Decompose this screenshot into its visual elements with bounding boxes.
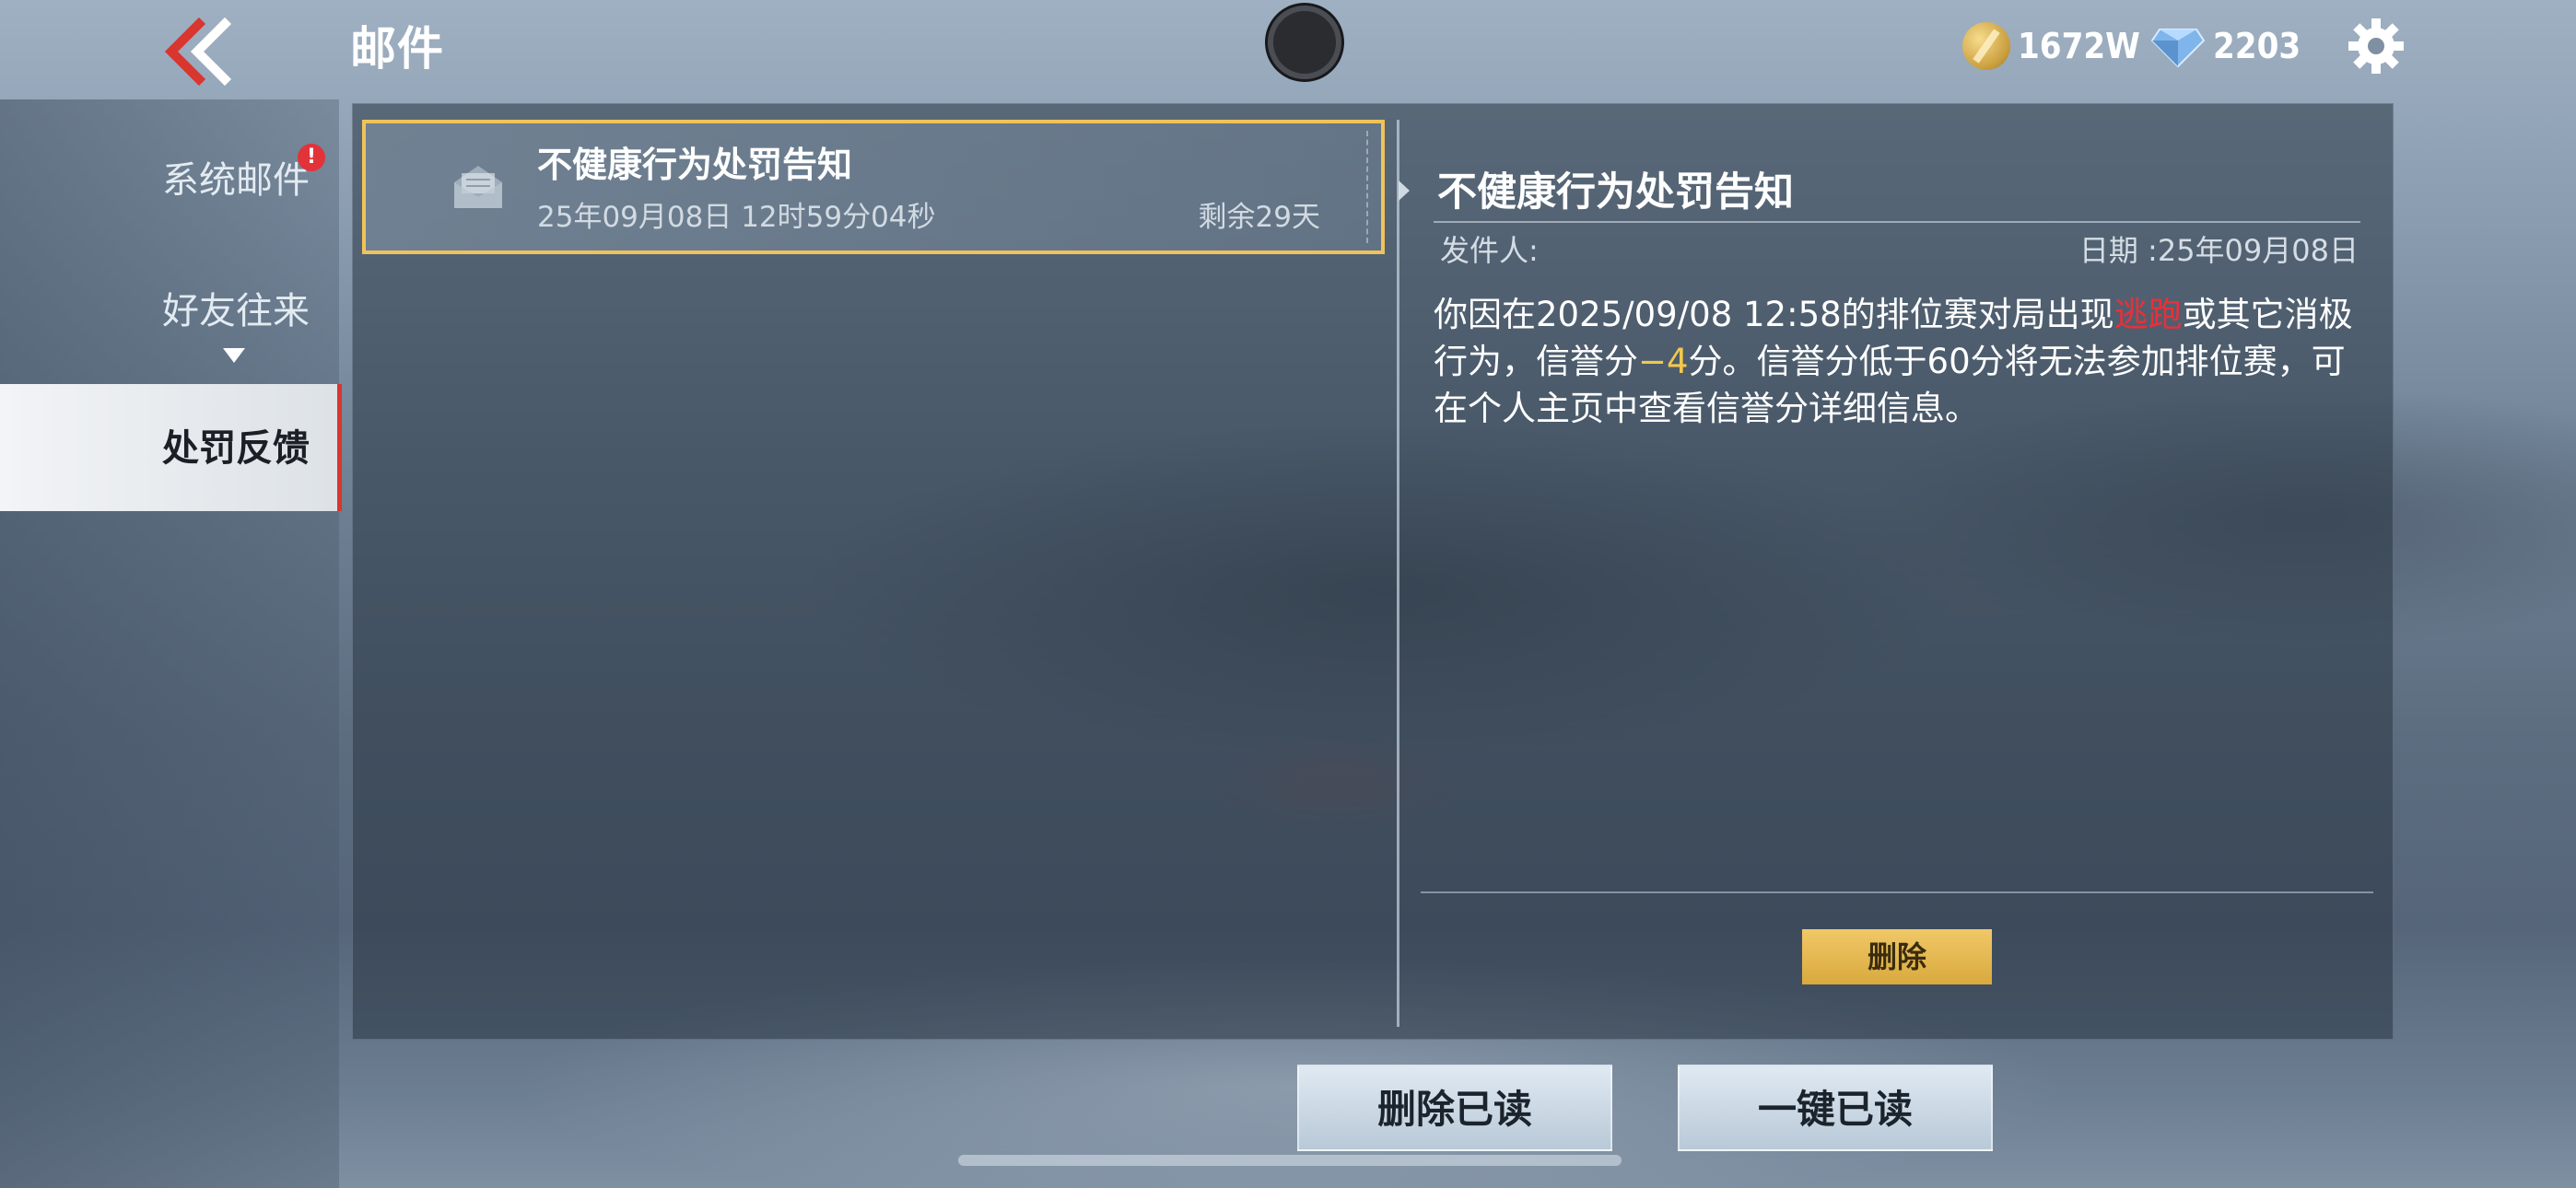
- diamond-icon: [2150, 29, 2206, 68]
- envelope-open-icon: [454, 166, 502, 208]
- detail-divider: [1434, 221, 2360, 223]
- gold-coin-icon: [1962, 22, 2010, 70]
- mail-item-title: 不健康行为处罚告知: [537, 145, 853, 185]
- sidebar-item-label: 系统邮件: [162, 159, 310, 202]
- diamond-currency[interactable]: 2203: [2150, 18, 2301, 74]
- back-button[interactable]: [157, 17, 240, 87]
- card-dashed-line: [1366, 131, 1368, 243]
- body-highlight-yellow: −4: [1638, 342, 1689, 381]
- sidebar-item-label: 处罚反馈: [162, 427, 310, 470]
- page-title: 邮件: [350, 22, 444, 76]
- mail-detail-title: 不健康行为处罚告知: [1437, 169, 1794, 215]
- home-indicator: [958, 1155, 1622, 1166]
- mail-item-remaining: 剩余29天: [1198, 201, 1320, 234]
- sidebar: 系统邮件 ! 好友往来 处罚反馈: [0, 99, 342, 1188]
- settings-button[interactable]: [2347, 17, 2406, 76]
- pane-divider: [1397, 120, 1399, 1027]
- mail-item-time: 25年09月08日 12时59分04秒: [537, 201, 936, 234]
- delete-read-button[interactable]: 删除已读: [1297, 1065, 1612, 1151]
- gold-amount: 1672W: [2018, 26, 2140, 66]
- gear-icon: [2348, 18, 2404, 74]
- sidebar-item-system-mail[interactable]: 系统邮件 !: [0, 125, 337, 236]
- diamond-amount: 2203: [2213, 26, 2301, 66]
- mail-body: 你因在2025/09/08 12:58的排位赛对局出现逃跑或其它消极行为，信誉分…: [1434, 291, 2355, 432]
- alert-badge: !: [298, 144, 325, 171]
- detail-bottom-divider: [1421, 891, 2373, 893]
- mail-date: 日期 :25年09月08日: [2078, 233, 2359, 268]
- record-icon[interactable]: [1268, 6, 1341, 79]
- sidebar-item-penalty-feedback[interactable]: 处罚反馈: [0, 384, 342, 511]
- body-text-1: 你因在2025/09/08 12:58的排位赛对局出现: [1434, 295, 2114, 334]
- back-chevrons-icon: [164, 17, 232, 87]
- expand-arrow-icon[interactable]: [223, 348, 245, 363]
- gold-currency[interactable]: 1672W: [1962, 18, 2140, 74]
- read-all-button[interactable]: 一键已读: [1678, 1065, 1993, 1151]
- body-highlight-red: 逃跑: [2113, 295, 2183, 334]
- sidebar-item-friends[interactable]: 好友往来: [0, 256, 337, 367]
- delete-button[interactable]: 删除: [1802, 929, 1992, 984]
- sidebar-item-label: 好友往来: [162, 290, 310, 332]
- divider-arrow-icon: [1399, 181, 1410, 201]
- mail-list-item[interactable]: 不健康行为处罚告知 25年09月08日 12时59分04秒 剩余29天: [362, 120, 1385, 254]
- sender-label: 发件人:: [1440, 233, 1539, 268]
